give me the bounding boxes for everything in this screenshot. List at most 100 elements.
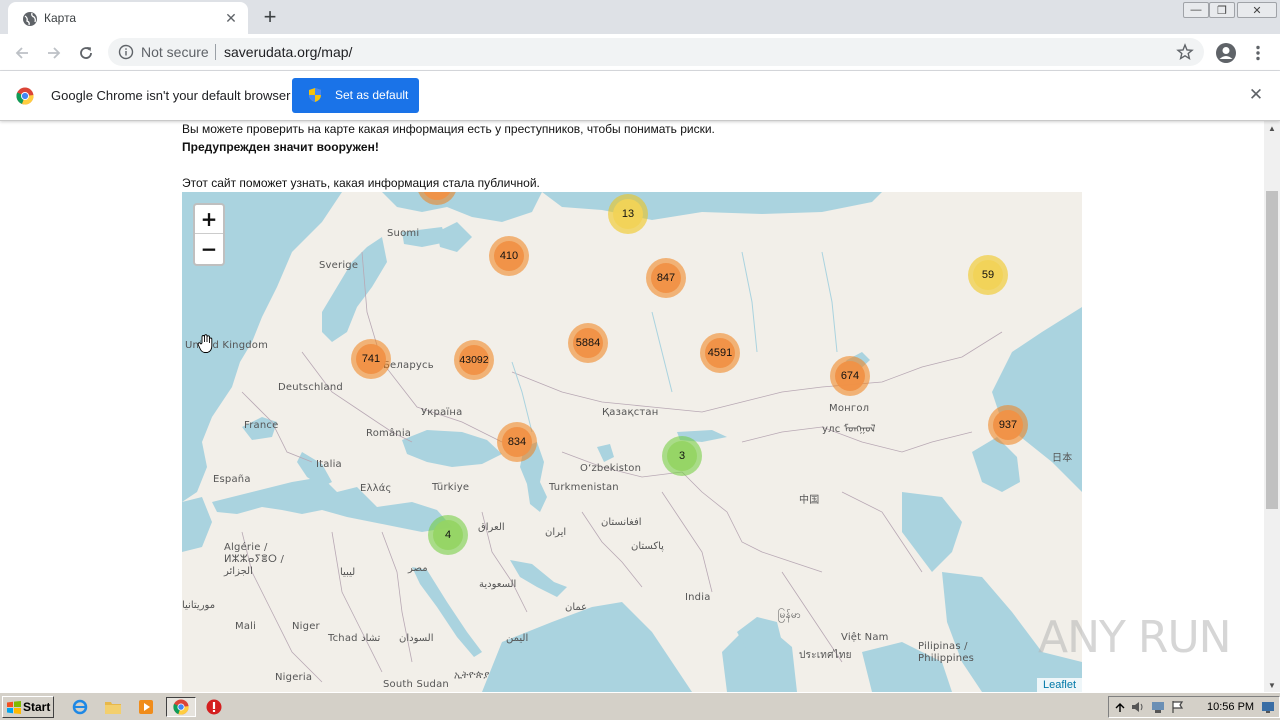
action-center-flag-icon[interactable] [1171, 700, 1185, 714]
anyrun-watermark: ANY RUN [1038, 612, 1232, 663]
cluster-marker[interactable]: 59 [968, 255, 1008, 295]
map-label-china: 中国 [799, 495, 820, 506]
map-label-suomi: Suomi [387, 228, 420, 239]
set-as-default-label: Set as default [335, 88, 409, 102]
map-label-espana: España [213, 474, 251, 485]
cluster-count: 43092 [459, 345, 489, 375]
globe-icon [23, 12, 37, 26]
map-label-niger: Niger [292, 621, 320, 632]
map-label-deutschland: Deutschland [278, 382, 343, 393]
map-label-vietnam: Việt Nam [841, 632, 889, 643]
internet-explorer-icon[interactable] [69, 697, 91, 717]
restore-button[interactable]: ❐ [1209, 2, 1235, 18]
cluster-marker[interactable]: 410 [489, 236, 529, 276]
cluster-marker[interactable]: 834 [497, 422, 537, 462]
zoom-control: + − [193, 203, 225, 266]
start-button[interactable]: Start [2, 696, 54, 718]
cluster-marker[interactable]: 937 [988, 405, 1028, 445]
map-label-mali: Mali [235, 621, 257, 632]
cluster-marker[interactable]: 847 [646, 258, 686, 298]
forward-button[interactable] [40, 39, 68, 67]
address-bar[interactable]: Not secure saverudata.org/map/ [108, 38, 1204, 66]
zoom-out-button[interactable]: − [195, 234, 223, 263]
map-label-nigeria: Nigeria [275, 672, 313, 683]
zoom-in-button[interactable]: + [195, 205, 223, 234]
cluster-count: 741 [356, 344, 386, 374]
cluster-count: 674 [835, 361, 865, 391]
back-button[interactable] [8, 39, 36, 67]
map-label-algerie: Algérie / ⵍⵣⵣⴰⵢⴻⵔ / الجزائر [224, 542, 285, 577]
intro-text: Вы можете проверить на карте какая инфор… [182, 122, 715, 136]
chrome-logo-icon [16, 87, 34, 105]
map-label-sverige: Sverige [319, 260, 359, 271]
map-label-sudan: السودان [399, 633, 434, 644]
scroll-down-arrow-icon[interactable]: ▼ [1264, 678, 1280, 692]
chrome-menu-button[interactable] [1248, 39, 1268, 67]
cluster-marker[interactable]: 741 [351, 339, 391, 379]
infobar-close-icon[interactable]: ✕ [1246, 85, 1266, 105]
system-tray: 10:56 PM [1108, 696, 1280, 718]
scroll-up-arrow-icon[interactable]: ▲ [1264, 121, 1280, 135]
cluster-count: 937 [993, 410, 1023, 440]
account-icon [1216, 43, 1236, 63]
cluster-marker[interactable]: 3 [662, 436, 702, 476]
cluster-marker[interactable]: 674 [830, 356, 870, 396]
arrow-right-icon [48, 47, 61, 59]
cluster-marker[interactable]: 4 [428, 515, 468, 555]
media-player-icon[interactable] [135, 697, 157, 717]
cluster-count: 3 [667, 441, 697, 471]
file-explorer-icon[interactable] [102, 697, 124, 717]
hand-cursor-icon [197, 334, 213, 353]
cluster-marker[interactable]: 4591 [700, 333, 740, 373]
map-label-philippines: Pilipinas / Philippines [918, 641, 975, 664]
map-label-turkiye: Türkiye [432, 482, 470, 493]
omnibox-separator [215, 44, 216, 60]
tab-title: Карта [44, 11, 77, 25]
new-tab-button[interactable]: + [258, 6, 282, 28]
leaflet-attribution[interactable]: Leaflet [1036, 678, 1082, 692]
info-icon[interactable] [118, 44, 134, 60]
site-description-text: Этот сайт поможет узнать, какая информац… [182, 176, 540, 190]
more-vert-icon [1256, 45, 1260, 61]
map-label-ukraina: Україна [421, 407, 463, 418]
cluster-count: 59 [973, 260, 1003, 290]
cluster-count: 834 [502, 427, 532, 457]
network-icon[interactable] [1151, 700, 1165, 714]
tray-expand-icon[interactable] [1113, 700, 1127, 714]
cluster-count: 847 [651, 263, 681, 293]
url-text[interactable]: saverudata.org/map/ [224, 44, 352, 60]
map-label-romania: România [366, 428, 412, 439]
window-close-button[interactable]: ✕ [1237, 2, 1277, 18]
cluster-marker[interactable]: 13 [608, 194, 648, 234]
cluster-marker[interactable]: 5884 [568, 323, 608, 363]
bookmark-star-icon[interactable] [1176, 43, 1194, 61]
tray-clock: 10:56 PM [1207, 701, 1255, 713]
set-as-default-button[interactable]: Set as default [292, 78, 419, 113]
cluster-marker[interactable]: 43092 [454, 340, 494, 380]
map-label-mongol-script: улс ᠮᠣᠩᠭᠣᠯ [822, 424, 876, 435]
reload-button[interactable] [72, 39, 100, 67]
cluster-count: 13 [613, 199, 643, 229]
security-alert-icon[interactable] [203, 697, 225, 717]
warning-text: Предупрежден значит вооружен! [182, 140, 379, 154]
map-label-india: India [685, 592, 711, 603]
chrome-taskbar-button[interactable] [166, 697, 196, 717]
map-label-turkmenistan: Turkmenistan [549, 482, 619, 493]
page-scrollbar[interactable]: ▲ ▼ [1264, 121, 1280, 692]
web-page: Вы можете проверить на карте какая инфор… [0, 121, 1264, 692]
start-label: Start [23, 700, 51, 714]
browser-tab[interactable]: Карта ✕ [8, 2, 248, 34]
map-label-tchad: Tchad تشاد [328, 633, 381, 644]
map-label-egypt: مصر [408, 563, 428, 574]
default-browser-infobar: Google Chrome isn't your default browser… [0, 71, 1280, 121]
leaflet-map[interactable]: Suomi Sverige United Kingdom Deutschland… [182, 192, 1082, 692]
map-label-mauritania: موريتانيا [182, 600, 216, 611]
volume-icon[interactable] [1131, 700, 1145, 714]
show-desktop-icon[interactable] [1261, 700, 1275, 714]
map-label-mongol: Монгол [829, 403, 870, 414]
tab-close-icon[interactable]: ✕ [222, 9, 240, 27]
profile-button[interactable] [1214, 39, 1238, 67]
scroll-thumb[interactable] [1266, 191, 1278, 509]
minimize-button[interactable]: — [1183, 2, 1209, 18]
shield-icon [309, 88, 321, 102]
